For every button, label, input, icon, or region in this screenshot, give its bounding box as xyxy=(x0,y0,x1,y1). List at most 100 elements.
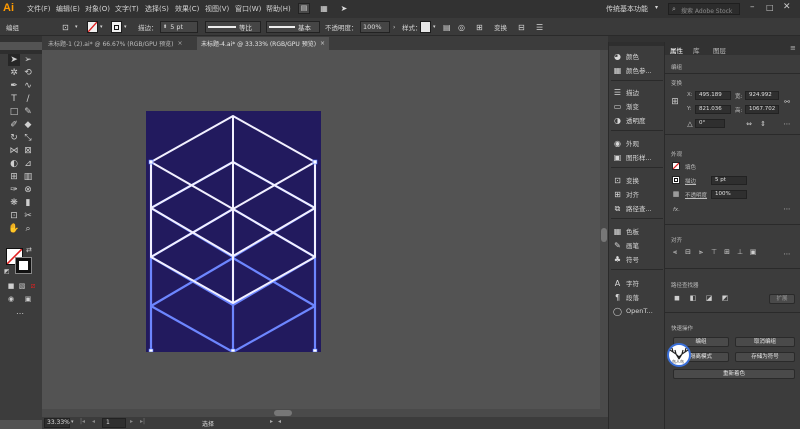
align-top-icon[interactable]: ⊤ xyxy=(710,248,718,256)
recolor-button[interactable]: 重新着色 xyxy=(673,369,795,379)
align-left-icon[interactable]: ⫷ xyxy=(671,248,679,256)
pathfinder-exclude-icon[interactable]: ◩ xyxy=(721,294,729,302)
tab-properties[interactable]: 属性 xyxy=(670,45,683,55)
mesh-tool-icon[interactable]: ⊞ xyxy=(8,171,20,183)
lasso-tool-icon[interactable]: ⟲ xyxy=(22,67,34,79)
scale-tool-icon[interactable]: ⤡ xyxy=(22,132,34,144)
menu-effect[interactable]: 效果(C) xyxy=(175,4,199,14)
prev-artboard-icon[interactable]: ◂ xyxy=(92,418,95,425)
rotation-input[interactable]: 0° xyxy=(695,119,725,128)
flip-vertical-icon[interactable]: ⇕ xyxy=(759,120,767,128)
pathfinder-intersect-icon[interactable]: ◪ xyxy=(705,294,713,302)
menu-file[interactable]: 文件(F) xyxy=(27,4,51,14)
document-setup-icon[interactable]: ▤ xyxy=(443,21,453,33)
chevron-down-icon[interactable]: ▾ xyxy=(100,21,106,33)
appearance-opacity-input[interactable]: 100% xyxy=(711,190,747,199)
transform-icon[interactable]: ⊡ xyxy=(62,21,72,33)
artboard-tool-icon[interactable]: ⊡ xyxy=(8,210,20,222)
menu-select[interactable]: 选择(S) xyxy=(145,4,169,14)
width-tool-icon[interactable]: ⋈ xyxy=(8,145,20,157)
appearance-stroke-swatch[interactable] xyxy=(672,176,680,184)
appearance-fill-swatch[interactable] xyxy=(672,162,680,170)
expand-button[interactable]: 扩展 xyxy=(769,294,795,304)
vertical-scroll-thumb[interactable] xyxy=(601,228,607,242)
last-artboard-icon[interactable]: ▸| xyxy=(140,418,145,425)
maximize-button[interactable]: □ xyxy=(766,3,774,12)
shaper-tool-icon[interactable]: ✐ xyxy=(8,119,20,131)
align-to-icon[interactable]: ▣ xyxy=(749,248,757,256)
tab-document-1[interactable]: 未标题-1 (2).ai* @ 66.67% (RGB/GPU 预览) × xyxy=(44,37,186,50)
align-center-h-icon[interactable]: ⊟ xyxy=(684,248,692,256)
align-bottom-icon[interactable]: ⊥ xyxy=(736,248,744,256)
minimize-button[interactable]: – xyxy=(750,2,755,12)
edit-toolbar-icon[interactable]: ⋯ xyxy=(14,308,26,320)
free-transform-tool-icon[interactable]: ⊠ xyxy=(22,145,34,157)
pathfinder-unite-icon[interactable]: ◼ xyxy=(673,294,681,302)
flip-horizontal-icon[interactable]: ⇔ xyxy=(745,120,753,128)
perspective-grid-tool-icon[interactable]: ⊿ xyxy=(22,158,34,170)
chevron-right-icon[interactable]: › xyxy=(393,21,395,33)
chevron-down-icon[interactable]: ▾ xyxy=(75,21,81,33)
curvature-tool-icon[interactable]: ∿ xyxy=(22,80,34,92)
workspace-switcher[interactable]: 传统基本功能 xyxy=(606,4,648,14)
dock-graphic-styles[interactable]: ▣ 图形样... xyxy=(613,151,652,163)
dock-opentype[interactable]: ◯ OpenT... xyxy=(613,305,653,317)
menu-object[interactable]: 对象(O) xyxy=(85,4,110,14)
save-as-symbol-button[interactable]: 存储为符号 xyxy=(735,352,795,362)
align-right-icon[interactable]: ⫸ xyxy=(697,248,705,256)
rectangle-tool-icon[interactable]: □ xyxy=(8,106,20,118)
chevron-down-icon[interactable]: ▾ xyxy=(71,419,74,425)
layout-icon[interactable]: ▦ xyxy=(318,3,330,14)
ungroup-button[interactable]: 取消编组 xyxy=(735,337,795,347)
reference-point-icon[interactable]: ⊞ xyxy=(671,98,679,107)
more-options-icon[interactable]: ⋯ xyxy=(783,205,791,213)
tab-libraries[interactable]: 库 xyxy=(693,45,700,55)
slice-tool-icon[interactable]: ✂ xyxy=(22,210,34,222)
dock-stroke[interactable]: ☰ 描边 xyxy=(613,86,639,98)
symbol-sprayer-tool-icon[interactable]: ❋ xyxy=(8,197,20,209)
zoom-tool-icon[interactable]: ⌕ xyxy=(22,223,34,235)
direct-selection-tool-icon[interactable]: ➢ xyxy=(22,54,34,66)
chevron-down-icon[interactable]: ▾ xyxy=(433,21,436,33)
tab-document-2[interactable]: 未标题-4.ai* @ 33.33% (RGB/GPU 预览) × xyxy=(197,37,330,50)
dock-transparency[interactable]: ◑ 透明度 xyxy=(613,114,646,126)
paintbrush-tool-icon[interactable]: ✎ xyxy=(22,106,34,118)
fill-swatch[interactable] xyxy=(87,21,98,33)
draw-mode-icon[interactable]: ◉ xyxy=(5,293,17,305)
bridge-icon[interactable]: ▤ xyxy=(298,3,310,14)
appearance-stroke-label[interactable]: 描边 xyxy=(685,177,696,185)
chevron-left-icon[interactable]: ◂ xyxy=(278,418,281,425)
menu-view[interactable]: 视图(V) xyxy=(205,4,229,14)
send-icon[interactable]: ➤ xyxy=(338,3,350,14)
stroke-swatch[interactable] xyxy=(111,21,122,33)
magic-wand-tool-icon[interactable]: ✲ xyxy=(8,67,20,79)
isolate-icon[interactable]: ⊟ xyxy=(518,21,528,33)
menu-edit[interactable]: 编辑(E) xyxy=(56,4,80,14)
appearance-stroke-weight[interactable]: 5 pt xyxy=(711,176,747,185)
dock-align[interactable]: ⊞ 对齐 xyxy=(613,188,639,200)
chevron-right-icon[interactable]: ▸ xyxy=(270,418,273,425)
x-position-input[interactable]: 495.189 xyxy=(695,91,731,100)
dock-appearance[interactable]: ◉ 外观 xyxy=(613,137,639,149)
type-tool-icon[interactable]: T xyxy=(8,93,20,105)
dock-gradient[interactable]: ▭ 渐变 xyxy=(613,100,639,112)
panel-menu-icon[interactable]: ≡ xyxy=(790,44,796,52)
opacity-label[interactable]: 不透明度： xyxy=(325,21,358,33)
hand-tool-icon[interactable]: ✋ xyxy=(8,223,20,235)
dock-transform[interactable]: ⊡ 变换 xyxy=(613,174,639,186)
menu-type[interactable]: 文字(T) xyxy=(115,4,139,14)
close-icon[interactable]: × xyxy=(320,40,325,47)
default-colors-icon[interactable]: ◩ xyxy=(4,268,10,275)
search-box[interactable]: ⌕ 搜索 Adobe Stock xyxy=(668,3,740,15)
stroke-color-swatch[interactable] xyxy=(15,257,32,274)
zoom-level-input[interactable]: 33.33% xyxy=(44,418,70,428)
menu-help[interactable]: 帮助(H) xyxy=(266,4,291,14)
constrain-proportions-icon[interactable]: ⚯ xyxy=(783,98,791,106)
stroke-weight-input[interactable]: ⬍ 5 pt xyxy=(160,21,198,33)
artboard[interactable] xyxy=(146,111,321,354)
dock-brushes[interactable]: ✎ 画笔 xyxy=(613,239,639,251)
isometric-cube-artwork[interactable] xyxy=(146,111,321,354)
variable-width-profile[interactable]: 等比 xyxy=(205,21,261,33)
align-center-v-icon[interactable]: ⊞ xyxy=(723,248,731,256)
line-tool-icon[interactable]: ∕ xyxy=(22,93,34,105)
